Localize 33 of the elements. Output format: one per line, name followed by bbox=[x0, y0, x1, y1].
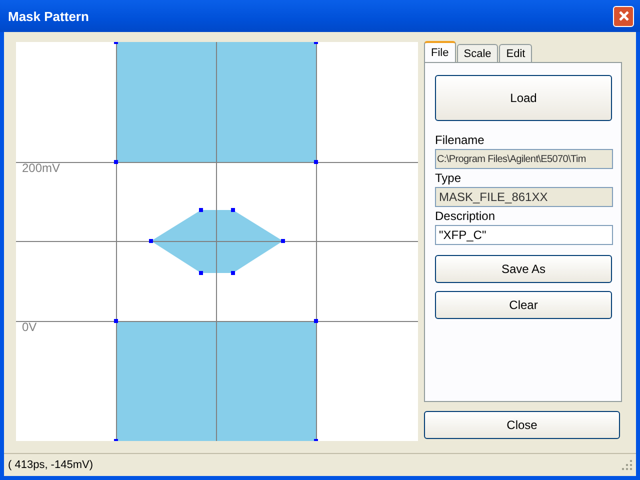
vertex-handle[interactable] bbox=[199, 271, 203, 275]
resize-grip-icon[interactable] bbox=[622, 460, 632, 470]
vertex-handle[interactable] bbox=[199, 208, 203, 212]
tab[interactable]: Scale bbox=[456, 44, 498, 62]
vertex-handle[interactable] bbox=[114, 160, 118, 164]
vertex-handle[interactable] bbox=[231, 271, 235, 275]
load-button[interactable]: Load bbox=[435, 75, 612, 121]
field-label: Type bbox=[435, 171, 462, 185]
vertex-handle[interactable] bbox=[281, 239, 285, 243]
vertex-handle[interactable] bbox=[314, 160, 318, 164]
vertex-handle[interactable] bbox=[314, 439, 318, 441]
close-icon[interactable] bbox=[613, 6, 634, 26]
text-field[interactable]: C:\Program Files\Agilent\E5070\Tim bbox=[435, 149, 613, 169]
status-text: ( 413ps, -145mV) bbox=[8, 459, 93, 471]
action-button[interactable]: Save As bbox=[435, 255, 612, 283]
axis-label: 200mV bbox=[22, 161, 60, 175]
axis-label: 0V bbox=[22, 320, 37, 334]
vertex-handle[interactable] bbox=[114, 42, 118, 44]
vertex-handle[interactable] bbox=[231, 208, 235, 212]
window-title: Mask Pattern bbox=[8, 8, 89, 24]
field-label: Description bbox=[435, 209, 496, 223]
vertex-handle[interactable] bbox=[314, 42, 318, 44]
text-field[interactable]: "XFP_C" bbox=[435, 225, 613, 245]
vertex-handle[interactable] bbox=[114, 319, 118, 323]
tab[interactable]: Edit bbox=[499, 44, 532, 62]
text-field[interactable]: MASK_FILE_861XX bbox=[435, 187, 613, 207]
action-button[interactable]: Clear bbox=[435, 291, 612, 319]
vertex-handle[interactable] bbox=[149, 239, 153, 243]
close-button[interactable]: Close bbox=[424, 411, 620, 439]
tab[interactable]: File bbox=[424, 41, 456, 62]
vertex-handle[interactable] bbox=[314, 319, 318, 323]
field-label: Filename bbox=[435, 133, 486, 147]
vertex-handle[interactable] bbox=[114, 439, 118, 441]
